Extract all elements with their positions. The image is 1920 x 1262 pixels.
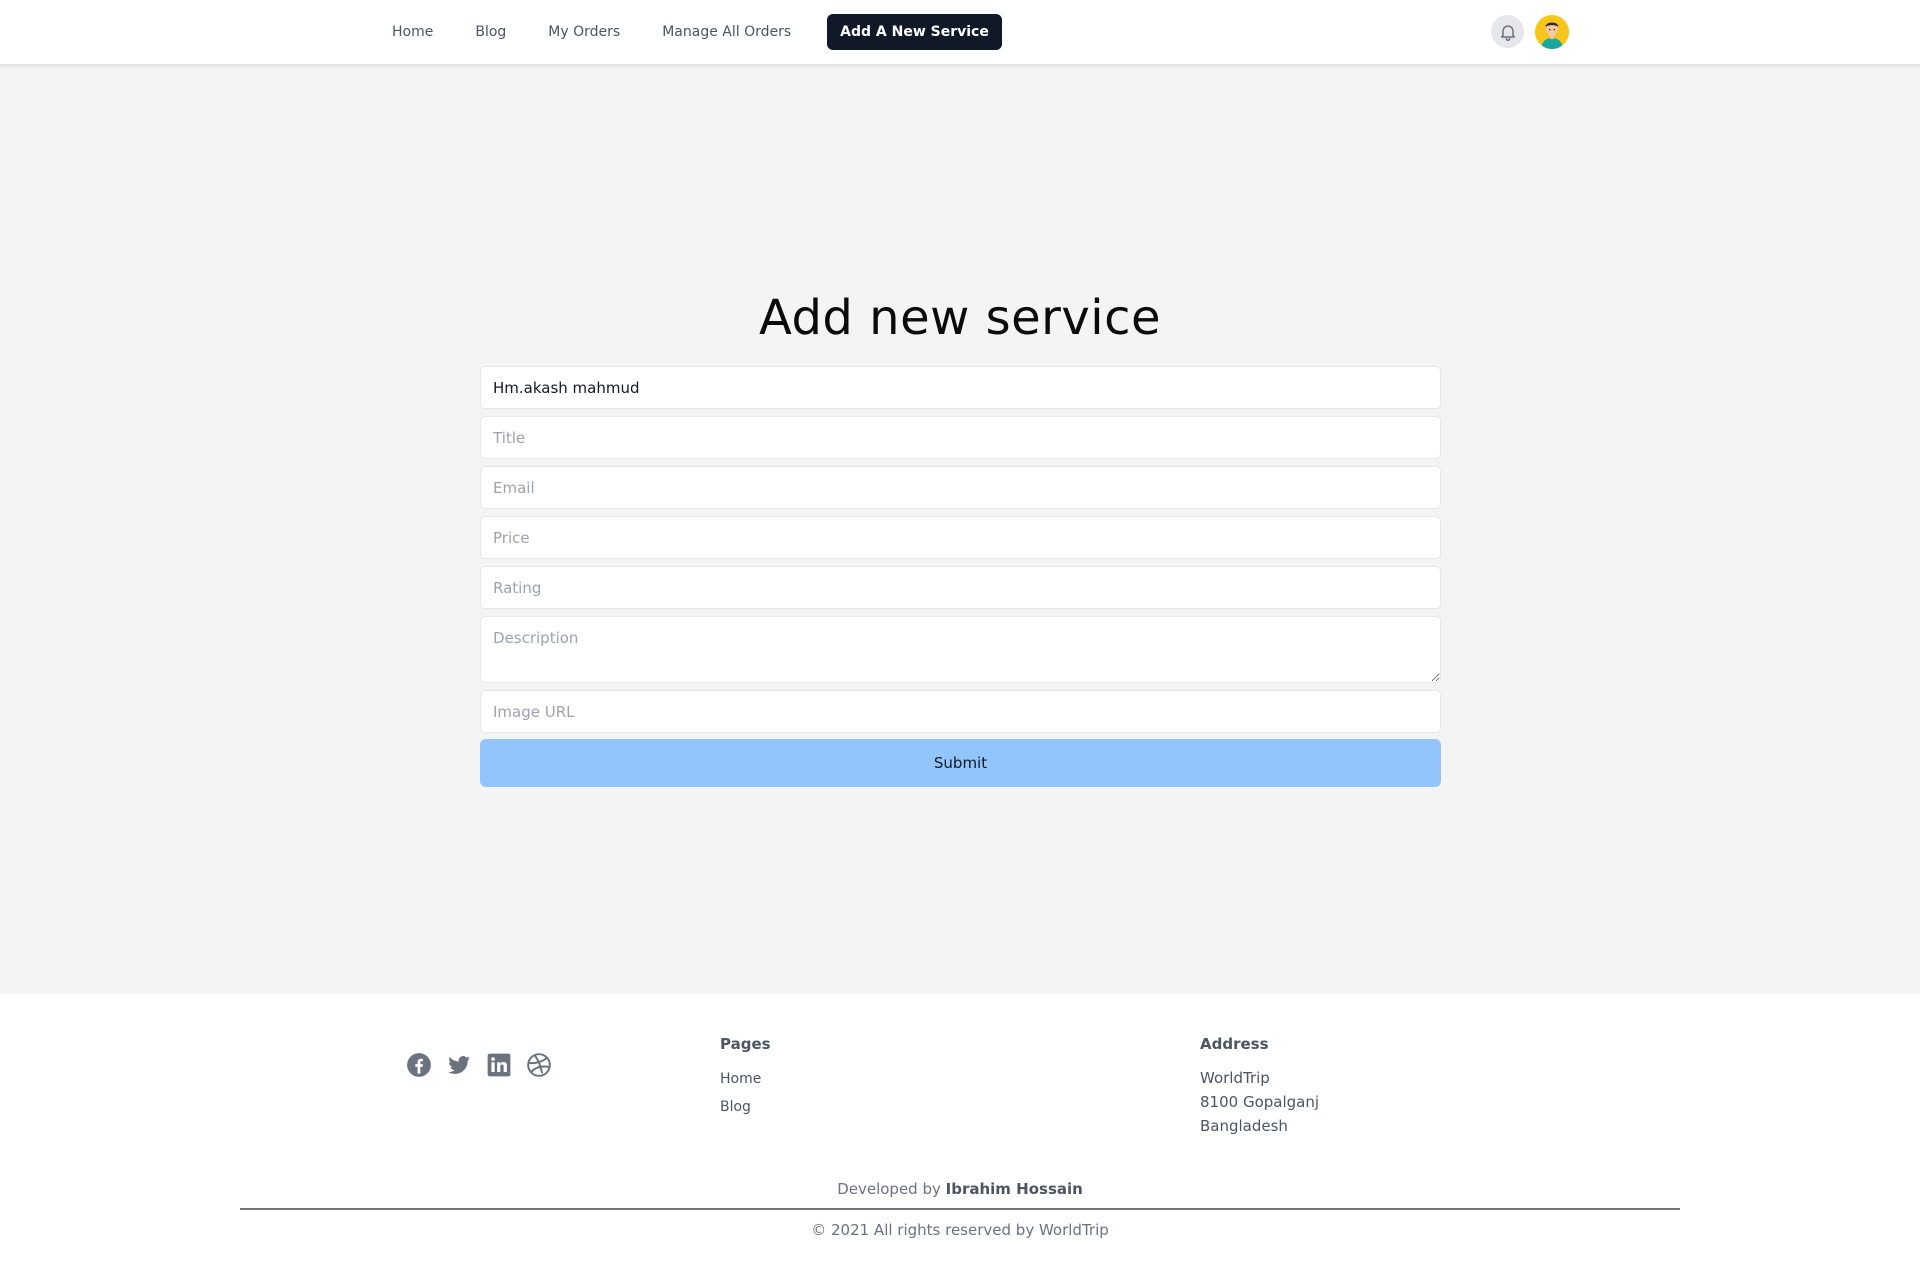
developer-name: Ibrahim Hossain: [945, 1180, 1083, 1198]
user-avatar[interactable]: [1535, 15, 1569, 49]
description-textarea[interactable]: [480, 616, 1441, 683]
nav-add-new-service-link[interactable]: Add A New Service: [827, 14, 1002, 50]
nav-my-orders-link[interactable]: My Orders: [536, 15, 632, 49]
developer-credit: Developed by Ibrahim Hossain: [0, 1180, 1920, 1198]
name-input[interactable]: [480, 366, 1441, 409]
site-footer: Pages Home Blog Address WorldTrip 8100 G…: [0, 994, 1920, 1262]
notification-button[interactable]: [1491, 15, 1524, 48]
footer-home-link[interactable]: Home: [720, 1071, 761, 1087]
image-url-input[interactable]: [480, 690, 1441, 733]
title-input[interactable]: [480, 416, 1441, 459]
bell-icon: [1500, 24, 1515, 41]
submit-button[interactable]: Submit: [480, 739, 1441, 787]
main-content: Add new service Submit: [0, 64, 1920, 994]
address-line: WorldTrip: [1200, 1069, 1270, 1087]
footer-blog-link[interactable]: Blog: [720, 1099, 751, 1115]
facebook-icon[interactable]: [406, 1052, 432, 1078]
email-input[interactable]: [480, 466, 1441, 509]
main-nav: Home Blog My Orders Manage All Orders Ad…: [380, 14, 1002, 50]
developer-credit-prefix: Developed by: [837, 1180, 941, 1198]
avatar-icon: [1535, 15, 1569, 49]
add-service-form: Submit: [480, 366, 1441, 787]
address-heading: Address: [1200, 1035, 1269, 1053]
top-navbar: Home Blog My Orders Manage All Orders Ad…: [0, 0, 1920, 64]
price-input[interactable]: [480, 516, 1441, 559]
address-line: Bangladesh: [1200, 1117, 1288, 1135]
footer-divider: [240, 1208, 1680, 1210]
dribbble-icon[interactable]: [526, 1052, 552, 1078]
social-links: [406, 1052, 552, 1078]
rating-input[interactable]: [480, 566, 1441, 609]
page-title: Add new service: [758, 290, 1162, 346]
linkedin-icon[interactable]: [486, 1052, 512, 1078]
nav-home-link[interactable]: Home: [380, 15, 445, 49]
copyright-text: © 2021 All rights reserved by WorldTrip: [811, 1221, 1109, 1239]
nav-manage-all-orders-link[interactable]: Manage All Orders: [650, 15, 803, 49]
pages-heading: Pages: [720, 1035, 771, 1053]
nav-blog-link[interactable]: Blog: [463, 15, 518, 49]
twitter-icon[interactable]: [446, 1052, 472, 1078]
address-line: 8100 Gopalganj: [1200, 1093, 1320, 1111]
